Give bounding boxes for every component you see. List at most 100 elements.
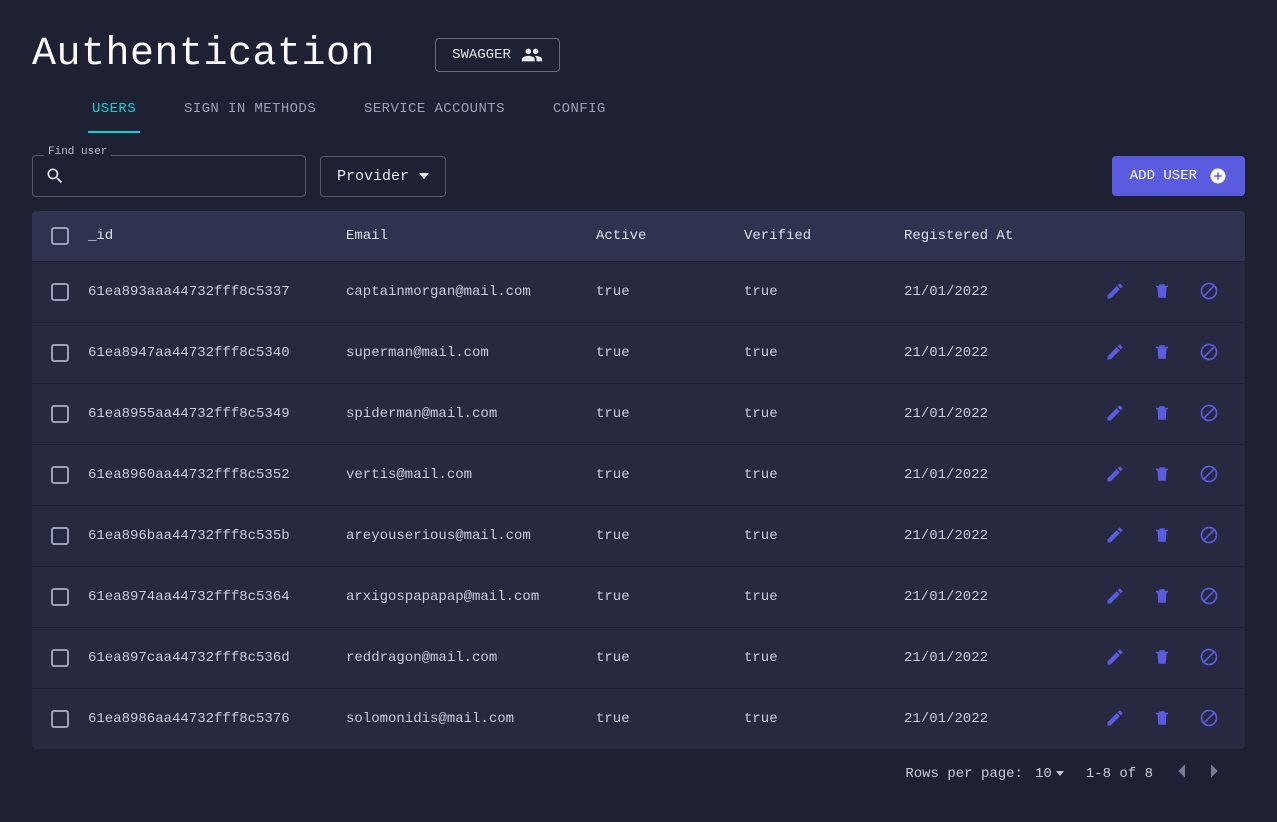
- delete-icon: [1153, 464, 1171, 487]
- edit-icon: [1105, 464, 1125, 487]
- table-row: 61ea897caa44732fff8c536dreddragon@mail.c…: [32, 627, 1245, 688]
- cell-registered: 21/01/2022: [904, 528, 1084, 544]
- cell-active: true: [596, 528, 744, 544]
- cell-id: 61ea897caa44732fff8c536d: [88, 650, 346, 666]
- cell-active: true: [596, 345, 744, 361]
- cell-email: spiderman@mail.com: [346, 406, 596, 422]
- cell-verified: true: [744, 650, 904, 666]
- cell-email: vertis@mail.com: [346, 467, 596, 483]
- row-checkbox[interactable]: [51, 649, 69, 667]
- cell-active: true: [596, 284, 744, 300]
- tab-config[interactable]: CONFIG: [549, 87, 610, 132]
- edit-icon: [1105, 708, 1125, 731]
- cell-email: solomonidis@mail.com: [346, 711, 596, 727]
- col-registered: Registered At: [904, 228, 1084, 244]
- block-icon: [1199, 464, 1219, 487]
- swagger-button[interactable]: SWAGGER: [435, 38, 560, 72]
- tab-users[interactable]: USERS: [88, 87, 140, 133]
- block-button[interactable]: [1195, 582, 1223, 613]
- edit-button[interactable]: [1101, 277, 1129, 308]
- block-button[interactable]: [1195, 704, 1223, 735]
- add-user-button[interactable]: ADD USER: [1112, 156, 1245, 196]
- cell-registered: 21/01/2022: [904, 589, 1084, 605]
- row-checkbox[interactable]: [51, 466, 69, 484]
- row-checkbox[interactable]: [51, 588, 69, 606]
- swagger-label: SWAGGER: [452, 47, 511, 63]
- edit-button[interactable]: [1101, 582, 1129, 613]
- edit-icon: [1105, 525, 1125, 548]
- table-row: 61ea8947aa44732fff8c5340superman@mail.co…: [32, 322, 1245, 383]
- delete-button[interactable]: [1149, 704, 1175, 735]
- delete-button[interactable]: [1149, 338, 1175, 369]
- block-button[interactable]: [1195, 643, 1223, 674]
- col-id: _id: [88, 228, 346, 244]
- pagination-range: 1-8 of 8: [1086, 766, 1153, 782]
- block-icon: [1199, 342, 1219, 365]
- row-checkbox[interactable]: [51, 283, 69, 301]
- edit-button[interactable]: [1101, 643, 1129, 674]
- chevron-down-icon: [419, 173, 429, 179]
- provider-label: Provider: [337, 168, 409, 185]
- block-button[interactable]: [1195, 338, 1223, 369]
- delete-icon: [1153, 647, 1171, 670]
- cell-registered: 21/01/2022: [904, 406, 1084, 422]
- cell-id: 61ea8955aa44732fff8c5349: [88, 406, 346, 422]
- delete-button[interactable]: [1149, 277, 1175, 308]
- edit-button[interactable]: [1101, 521, 1129, 552]
- block-icon: [1199, 647, 1219, 670]
- rows-per-page-label: Rows per page:: [905, 766, 1023, 782]
- delete-button[interactable]: [1149, 399, 1175, 430]
- chevron-down-icon: [1056, 771, 1064, 776]
- rows-per-page-value: 10: [1035, 766, 1052, 782]
- edit-button[interactable]: [1101, 338, 1129, 369]
- table-row: 61ea8955aa44732fff8c5349spiderman@mail.c…: [32, 383, 1245, 444]
- delete-icon: [1153, 342, 1171, 365]
- edit-button[interactable]: [1101, 460, 1129, 491]
- row-checkbox[interactable]: [51, 405, 69, 423]
- tab-service-accounts[interactable]: SERVICE ACCOUNTS: [360, 87, 509, 132]
- col-active: Active: [596, 228, 744, 244]
- edit-icon: [1105, 342, 1125, 365]
- search-input[interactable]: [73, 168, 293, 184]
- row-checkbox[interactable]: [51, 344, 69, 362]
- delete-button[interactable]: [1149, 521, 1175, 552]
- table-row: 61ea8974aa44732fff8c5364arxigospapapap@m…: [32, 566, 1245, 627]
- next-page-button[interactable]: [1209, 763, 1221, 784]
- cell-email: areyouserious@mail.com: [346, 528, 596, 544]
- find-user-field[interactable]: [32, 155, 306, 197]
- delete-button[interactable]: [1149, 460, 1175, 491]
- edit-icon: [1105, 647, 1125, 670]
- cell-active: true: [596, 467, 744, 483]
- rows-per-page-select[interactable]: 10: [1035, 766, 1064, 782]
- cell-id: 61ea896baa44732fff8c535b: [88, 528, 346, 544]
- col-verified: Verified: [744, 228, 904, 244]
- cell-email: arxigospapapap@mail.com: [346, 589, 596, 605]
- page-title: Authentication: [32, 32, 375, 77]
- row-checkbox[interactable]: [51, 710, 69, 728]
- delete-icon: [1153, 586, 1171, 609]
- edit-button[interactable]: [1101, 399, 1129, 430]
- add-user-label: ADD USER: [1130, 168, 1197, 184]
- delete-icon: [1153, 281, 1171, 304]
- edit-button[interactable]: [1101, 704, 1129, 735]
- cell-registered: 21/01/2022: [904, 711, 1084, 727]
- cell-id: 61ea8974aa44732fff8c5364: [88, 589, 346, 605]
- block-button[interactable]: [1195, 399, 1223, 430]
- cell-registered: 21/01/2022: [904, 467, 1084, 483]
- tab-sign-in-methods[interactable]: SIGN IN METHODS: [180, 87, 320, 132]
- provider-dropdown[interactable]: Provider: [320, 156, 446, 197]
- chevron-right-icon: [1209, 763, 1221, 779]
- select-all-checkbox[interactable]: [51, 227, 69, 245]
- block-button[interactable]: [1195, 460, 1223, 491]
- cell-verified: true: [744, 284, 904, 300]
- table-row: 61ea8986aa44732fff8c5376solomonidis@mail…: [32, 688, 1245, 749]
- delete-button[interactable]: [1149, 643, 1175, 674]
- table-head: _id Email Active Verified Registered At: [32, 211, 1245, 261]
- block-button[interactable]: [1195, 277, 1223, 308]
- people-icon: [521, 47, 543, 63]
- row-checkbox[interactable]: [51, 527, 69, 545]
- block-button[interactable]: [1195, 521, 1223, 552]
- delete-button[interactable]: [1149, 582, 1175, 613]
- prev-page-button[interactable]: [1175, 763, 1187, 784]
- delete-icon: [1153, 708, 1171, 731]
